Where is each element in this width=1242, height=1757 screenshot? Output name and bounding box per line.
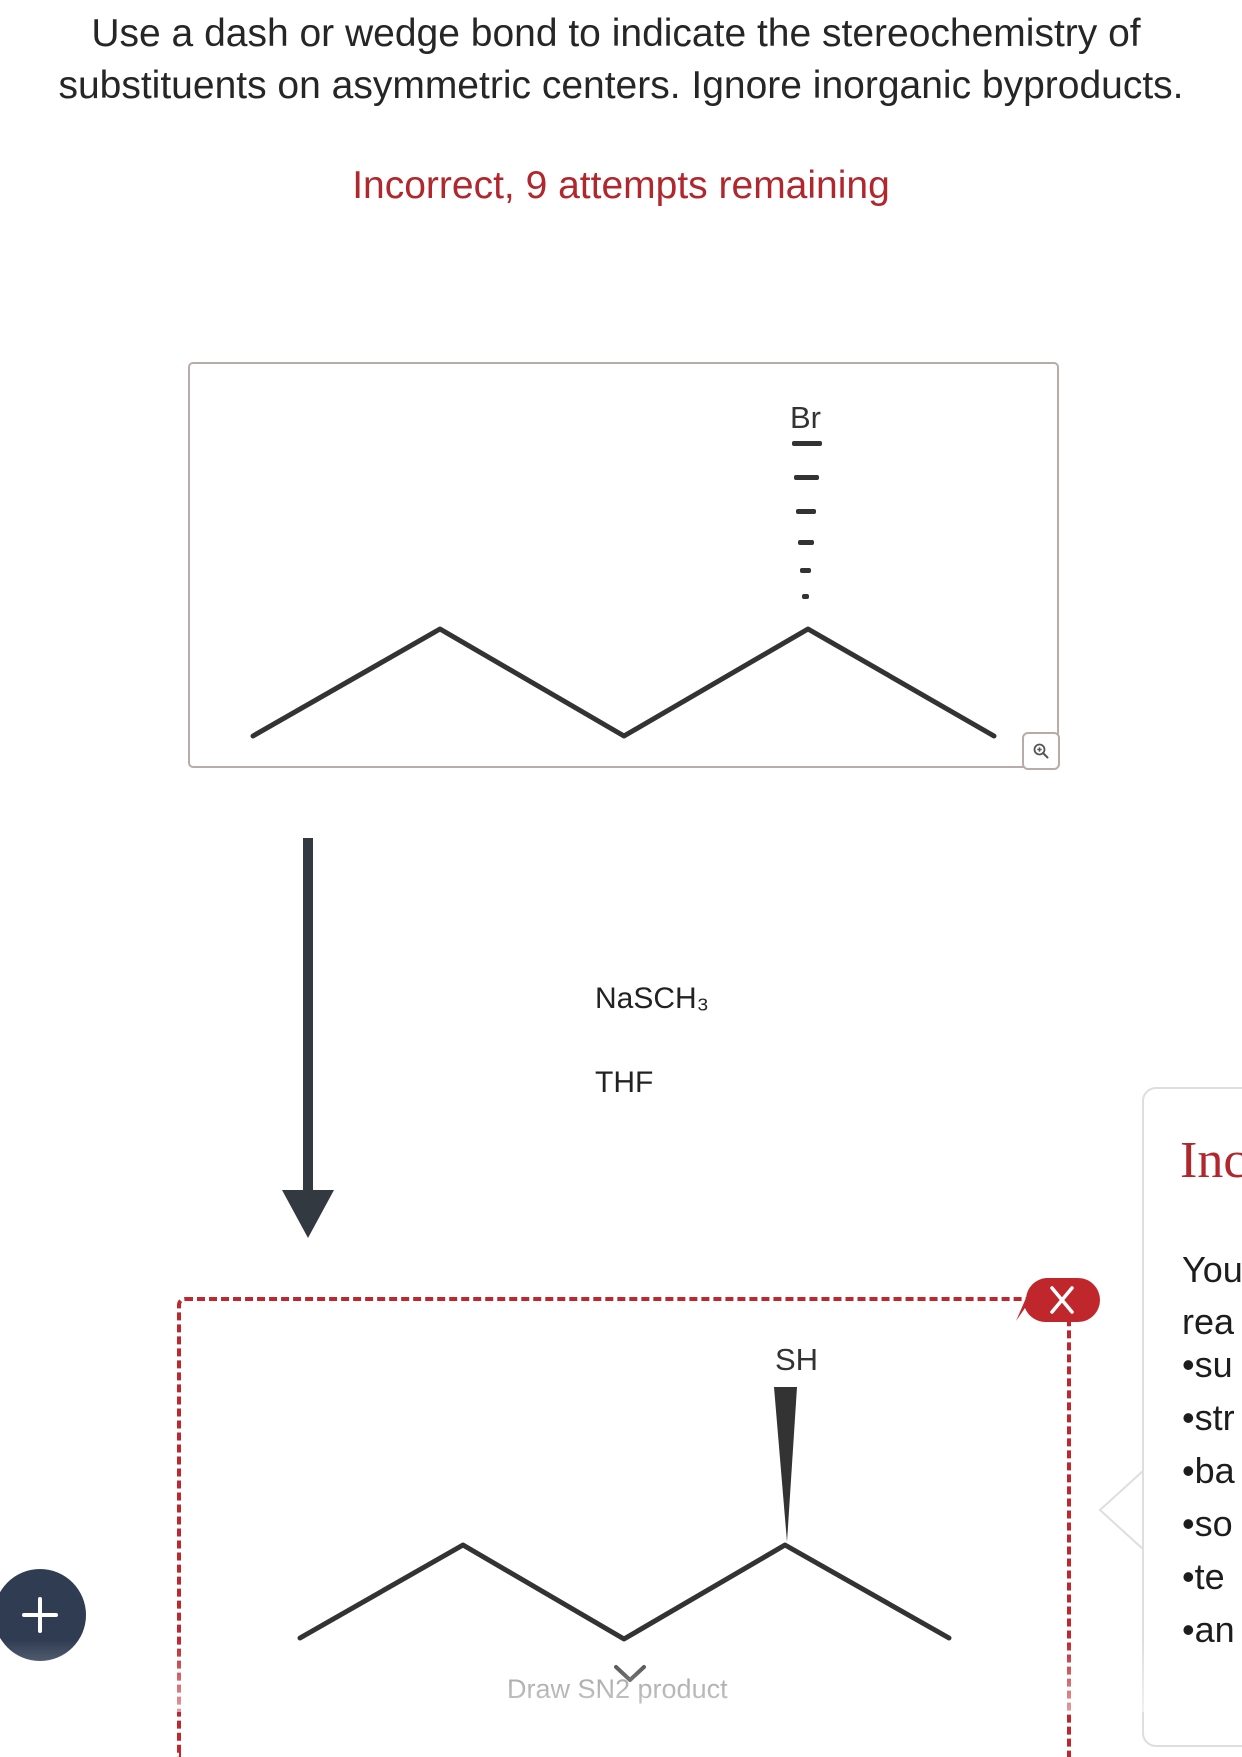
feedback-bullet: •su [1182,1344,1233,1385]
feedback-bullet-text: an [1194,1609,1235,1650]
feedback-bullet-text: te [1194,1556,1225,1597]
feedback-bullet: •an [1182,1609,1235,1650]
feedback-bullet-text: str [1194,1397,1235,1438]
feedback-text: You rea [1182,1244,1242,1348]
feedback-line-2: rea [1182,1301,1235,1342]
feedback-bullet-text: ba [1194,1450,1235,1491]
chevron-down-icon[interactable] [612,1663,648,1685]
error-badge [1016,1278,1100,1323]
product-carbon-chain [297,1542,952,1642]
feedback-title: Inc [1180,1132,1242,1189]
plus-icon [22,1597,58,1633]
feedback-pointer [1098,1468,1146,1552]
feedback-bullet-text: so [1194,1503,1233,1544]
feedback-bullet: •so [1182,1503,1233,1544]
wedge-bond [774,1387,797,1542]
thiol-label: SH [775,1342,819,1377]
product-molecule[interactable] [0,0,1242,1712]
feedback-line-1: You [1182,1249,1242,1290]
feedback-bullet: •te [1182,1556,1225,1597]
feedback-bullet: •ba [1182,1450,1235,1491]
feedback-bullet: •str [1182,1397,1235,1438]
feedback-panel: Inc You rea •su •str •ba •so •te •an [1142,1087,1242,1747]
feedback-bullet-text: su [1194,1344,1233,1385]
